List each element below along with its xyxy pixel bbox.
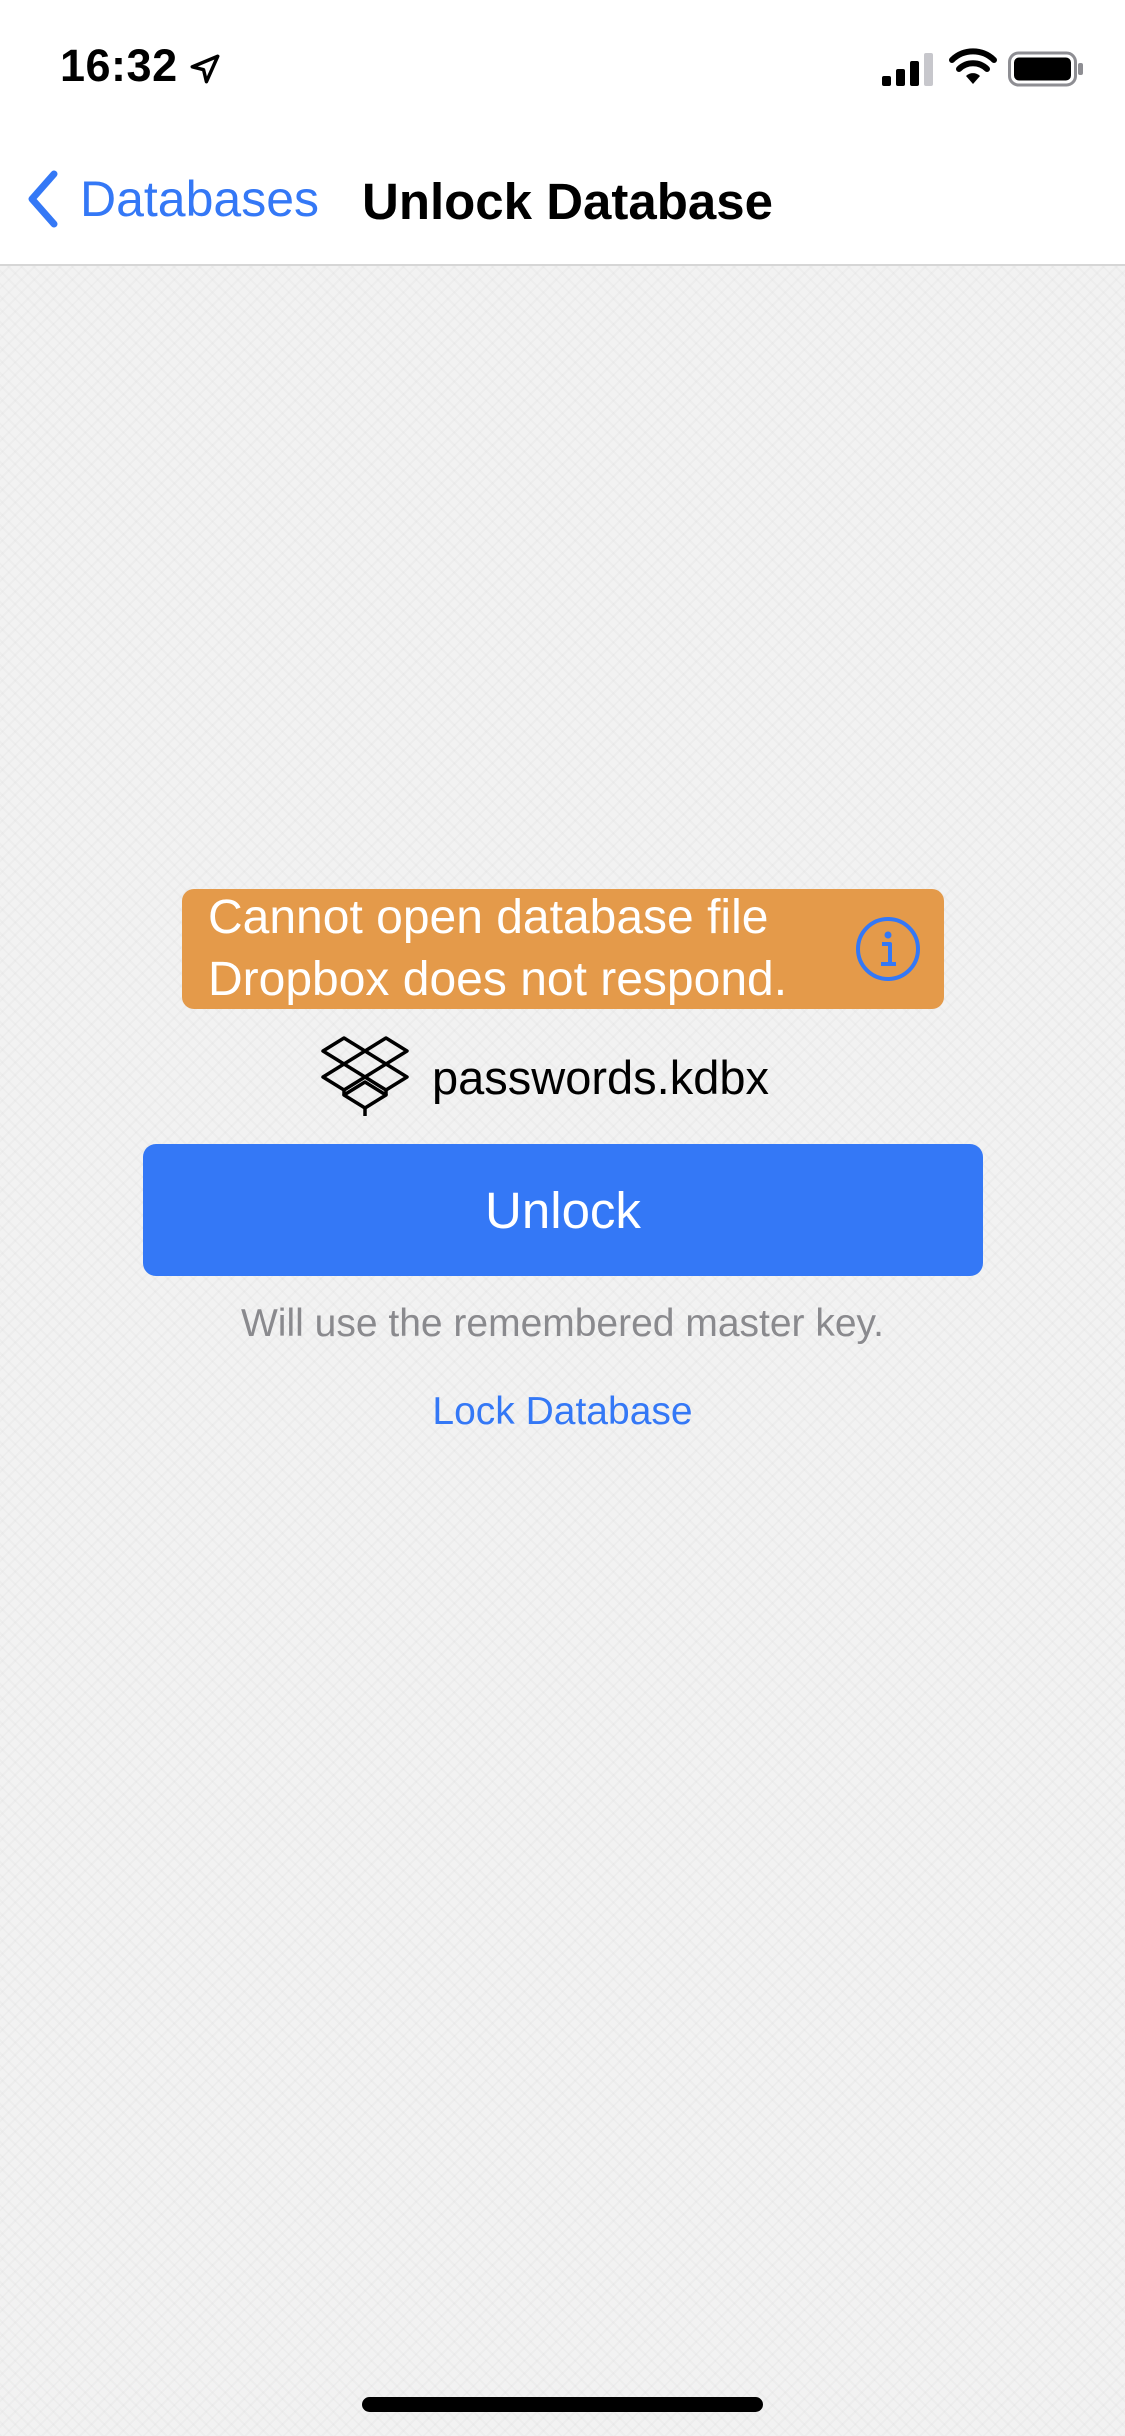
back-button[interactable]: Databases (24, 162, 319, 236)
navigation-bar: Databases Unlock Database (0, 132, 1125, 266)
home-indicator (362, 2397, 763, 2412)
master-key-hint: Will use the remembered master key. (241, 1302, 884, 1345)
signal-icon (882, 53, 933, 86)
dropbox-icon (321, 1036, 409, 1116)
chevron-left-icon (28, 170, 58, 228)
error-line-2: Dropbox does not respond. (208, 953, 788, 1006)
battery-icon (1008, 51, 1083, 87)
info-icon[interactable] (854, 915, 922, 983)
file-name: passwords.kdbx (432, 1050, 769, 1104)
error-banner: Cannot open database file Dropbox does n… (182, 889, 944, 1009)
unlock-label: Unlock (485, 1181, 641, 1239)
unlock-button[interactable]: Unlock (143, 1144, 983, 1276)
status-time: 16:32 (60, 40, 178, 91)
error-line-1: Cannot open database file (208, 891, 769, 944)
lock-database-link[interactable]: Lock Database (0, 1390, 1125, 1434)
back-label: Databases (80, 171, 320, 227)
page-title: Unlock Database (362, 173, 773, 230)
wifi-icon (949, 48, 997, 84)
database-file: passwords.kdbx (320, 1032, 769, 1122)
error-message: Cannot open database file Dropbox does n… (208, 887, 854, 1011)
status-bar: 16:32 (0, 0, 1125, 132)
location-arrow-icon (190, 54, 220, 84)
